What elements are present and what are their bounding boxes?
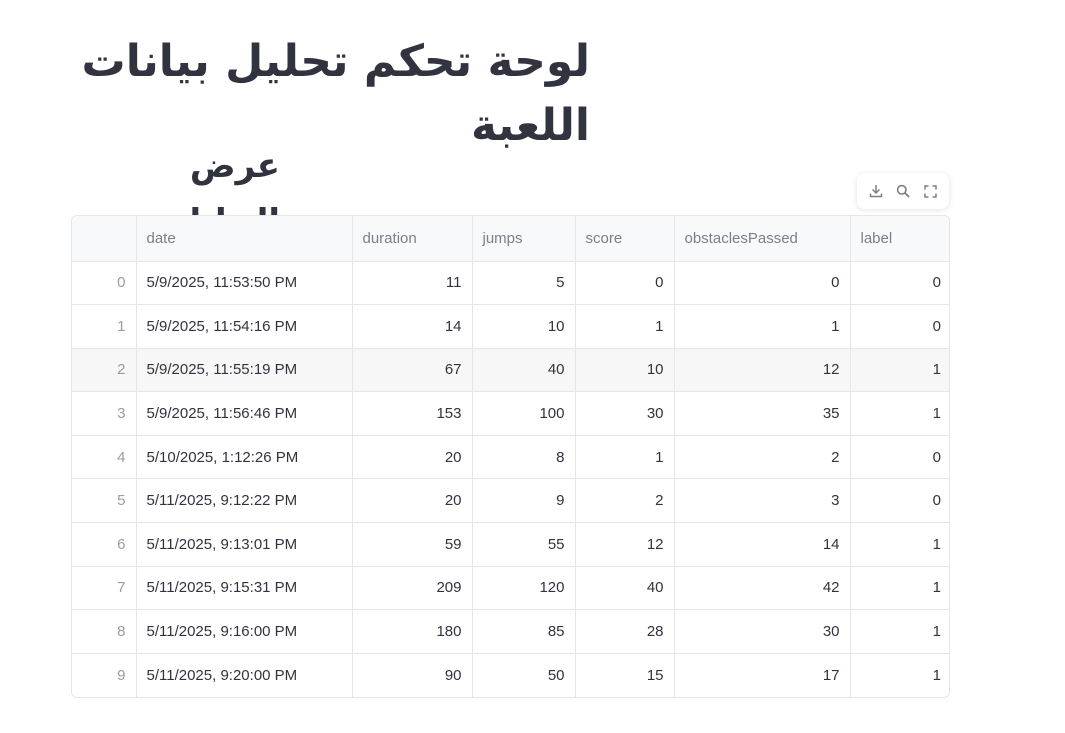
- duration-cell[interactable]: 20: [352, 478, 473, 524]
- jumps-cell[interactable]: 8: [472, 435, 576, 480]
- column-header-jumps[interactable]: jumps: [472, 216, 576, 262]
- table-row: 4 5/10/2025, 1:12:26 PM 20 8 1 2 0: [72, 435, 949, 480]
- jumps-cell[interactable]: 50: [472, 653, 576, 697]
- date-cell[interactable]: 5/9/2025, 11:53:50 PM: [136, 261, 353, 306]
- row-index-cell[interactable]: 7: [72, 566, 137, 611]
- row-index-cell[interactable]: 9: [72, 653, 137, 697]
- table-row: 3 5/9/2025, 11:56:46 PM 153 100 30 35 1: [72, 391, 949, 436]
- duration-cell[interactable]: 90: [352, 653, 473, 697]
- download-button[interactable]: [864, 179, 888, 203]
- score-cell[interactable]: 2: [575, 478, 675, 524]
- duration-cell[interactable]: 209: [352, 566, 473, 611]
- score-cell[interactable]: 0: [575, 261, 675, 306]
- search-icon: [896, 184, 910, 198]
- date-cell[interactable]: 5/11/2025, 9:20:00 PM: [136, 653, 353, 697]
- date-cell[interactable]: 5/9/2025, 11:56:46 PM: [136, 391, 353, 436]
- table-row: 0 5/9/2025, 11:53:50 PM 11 5 0 0 0: [72, 261, 949, 306]
- column-header-obstacles-passed[interactable]: obstaclesPassed: [674, 216, 851, 262]
- obstacles-passed-cell[interactable]: 14: [674, 522, 851, 567]
- column-header-label[interactable]: label: [850, 216, 949, 262]
- label-cell[interactable]: 1: [850, 566, 949, 611]
- score-cell[interactable]: 30: [575, 391, 675, 436]
- column-header-duration[interactable]: duration: [352, 216, 473, 262]
- jumps-cell[interactable]: 5: [472, 261, 576, 306]
- jumps-cell[interactable]: 10: [472, 304, 576, 349]
- page: لوحة تحكم تحليل بيانات اللعبة عرض البيان…: [0, 0, 1065, 733]
- jumps-cell[interactable]: 120: [472, 566, 576, 611]
- duration-cell[interactable]: 180: [352, 609, 473, 654]
- score-cell[interactable]: 10: [575, 348, 675, 393]
- duration-cell[interactable]: 11: [352, 261, 473, 306]
- date-cell[interactable]: 5/9/2025, 11:54:16 PM: [136, 304, 353, 349]
- table-header-row: date duration jumps score obstaclesPasse…: [72, 216, 949, 262]
- table-row: 8 5/11/2025, 9:16:00 PM 180 85 28 30 1: [72, 609, 949, 654]
- date-cell[interactable]: 5/11/2025, 9:13:01 PM: [136, 522, 353, 567]
- row-index-cell[interactable]: 8: [72, 609, 137, 654]
- jumps-cell[interactable]: 100: [472, 391, 576, 436]
- row-index-cell[interactable]: 2: [72, 348, 137, 393]
- label-cell[interactable]: 0: [850, 478, 949, 524]
- duration-cell[interactable]: 153: [352, 391, 473, 436]
- score-cell[interactable]: 28: [575, 609, 675, 654]
- table-row: 6 5/11/2025, 9:13:01 PM 59 55 12 14 1: [72, 522, 949, 567]
- label-cell[interactable]: 1: [850, 391, 949, 436]
- duration-cell[interactable]: 14: [352, 304, 473, 349]
- table-row: 1 5/9/2025, 11:54:16 PM 14 10 1 1 0: [72, 304, 949, 349]
- column-header-date[interactable]: date: [136, 216, 353, 262]
- label-cell[interactable]: 1: [850, 653, 949, 697]
- row-index-cell[interactable]: 0: [72, 261, 137, 306]
- date-cell[interactable]: 5/11/2025, 9:16:00 PM: [136, 609, 353, 654]
- row-index-cell[interactable]: 1: [72, 304, 137, 349]
- label-cell[interactable]: 1: [850, 609, 949, 654]
- obstacles-passed-cell[interactable]: 30: [674, 609, 851, 654]
- row-index-cell[interactable]: 6: [72, 522, 137, 567]
- label-cell[interactable]: 0: [850, 304, 949, 349]
- duration-cell[interactable]: 67: [352, 348, 473, 393]
- obstacles-passed-cell[interactable]: 42: [674, 566, 851, 611]
- row-index-cell[interactable]: 3: [72, 391, 137, 436]
- obstacles-passed-cell[interactable]: 2: [674, 435, 851, 480]
- obstacles-passed-cell[interactable]: 12: [674, 348, 851, 393]
- score-cell[interactable]: 12: [575, 522, 675, 567]
- row-index-cell[interactable]: 4: [72, 435, 137, 480]
- column-header-index[interactable]: [72, 216, 137, 262]
- obstacles-passed-cell[interactable]: 3: [674, 478, 851, 524]
- fullscreen-button[interactable]: [918, 179, 942, 203]
- duration-cell[interactable]: 59: [352, 522, 473, 567]
- jumps-cell[interactable]: 9: [472, 478, 576, 524]
- score-cell[interactable]: 40: [575, 566, 675, 611]
- column-header-score[interactable]: score: [575, 216, 675, 262]
- duration-cell[interactable]: 20: [352, 435, 473, 480]
- data-table[interactable]: date duration jumps score obstaclesPasse…: [71, 215, 950, 698]
- date-cell[interactable]: 5/9/2025, 11:55:19 PM: [136, 348, 353, 393]
- obstacles-passed-cell[interactable]: 35: [674, 391, 851, 436]
- search-button[interactable]: [891, 179, 915, 203]
- download-icon: [869, 185, 883, 198]
- score-cell[interactable]: 1: [575, 435, 675, 480]
- table-row: 2 5/9/2025, 11:55:19 PM 67 40 10 12 1: [72, 348, 949, 393]
- dataframe-toolbar: [857, 173, 949, 209]
- label-cell[interactable]: 0: [850, 261, 949, 306]
- jumps-cell[interactable]: 40: [472, 348, 576, 393]
- obstacles-passed-cell[interactable]: 17: [674, 653, 851, 697]
- table-row: 7 5/11/2025, 9:15:31 PM 209 120 40 42 1: [72, 566, 949, 611]
- jumps-cell[interactable]: 85: [472, 609, 576, 654]
- obstacles-passed-cell[interactable]: 1: [674, 304, 851, 349]
- label-cell[interactable]: 1: [850, 348, 949, 393]
- score-cell[interactable]: 1: [575, 304, 675, 349]
- date-cell[interactable]: 5/10/2025, 1:12:26 PM: [136, 435, 353, 480]
- table-row: 5 5/11/2025, 9:12:22 PM 20 9 2 3 0: [72, 478, 949, 524]
- row-index-cell[interactable]: 5: [72, 478, 137, 524]
- score-cell[interactable]: 15: [575, 653, 675, 697]
- label-cell[interactable]: 0: [850, 435, 949, 480]
- label-cell[interactable]: 1: [850, 522, 949, 567]
- jumps-cell[interactable]: 55: [472, 522, 576, 567]
- table-row: 9 5/11/2025, 9:20:00 PM 90 50 15 17 1: [72, 653, 949, 697]
- date-cell[interactable]: 5/11/2025, 9:12:22 PM: [136, 478, 353, 524]
- obstacles-passed-cell[interactable]: 0: [674, 261, 851, 306]
- fullscreen-icon: [923, 184, 937, 198]
- date-cell[interactable]: 5/11/2025, 9:15:31 PM: [136, 566, 353, 611]
